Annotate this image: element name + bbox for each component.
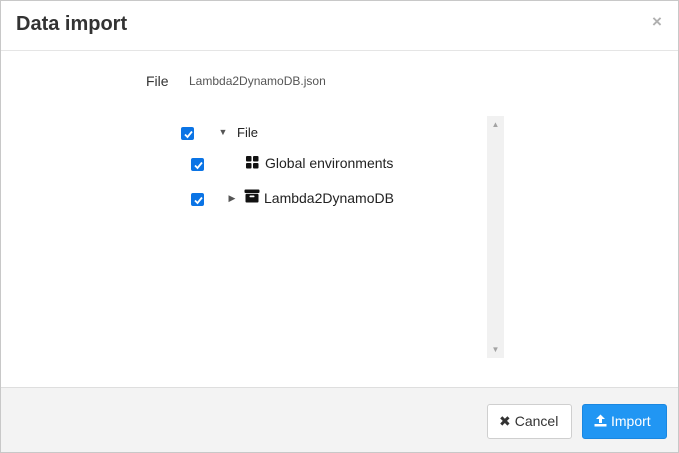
dialog-footer: ✖ Cancel Import — [1, 387, 678, 452]
tree-root-checkbox[interactable] — [181, 127, 194, 140]
tree-scrollbar[interactable]: ▲ ▼ — [487, 116, 504, 358]
scroll-down-arrow-icon[interactable]: ▼ — [487, 341, 504, 358]
grid-icon — [246, 156, 259, 174]
import-button-label: Import — [611, 413, 651, 429]
scroll-up-arrow-icon[interactable]: ▲ — [487, 116, 504, 133]
times-icon: ✖ — [499, 413, 511, 429]
file-label: File — [146, 73, 169, 89]
caret-right-icon[interactable]: ▶ — [227, 193, 237, 203]
close-icon[interactable]: × — [650, 13, 664, 30]
cancel-button[interactable]: ✖ Cancel — [487, 404, 572, 439]
tree-item-lambda2dynamodb-checkbox[interactable] — [191, 193, 204, 206]
import-button[interactable]: Import — [582, 404, 667, 439]
archive-icon — [244, 189, 260, 208]
file-name-value: Lambda2DynamoDB.json — [189, 74, 326, 88]
dialog-title: Data import — [16, 13, 128, 35]
upload-icon — [594, 405, 607, 438]
dialog-header: Data import × — [1, 1, 678, 51]
data-import-dialog: Data import × File Lambda2DynamoDB.json … — [0, 0, 679, 453]
cancel-button-label: Cancel — [514, 413, 559, 429]
tree-item-global-environments-checkbox[interactable] — [191, 158, 204, 171]
tree-item-lambda2dynamodb-label: Lambda2DynamoDB — [264, 190, 394, 206]
tree-root-label: File — [237, 125, 258, 140]
tree-item-global-environments-label: Global environments — [265, 155, 394, 171]
caret-down-icon[interactable]: ▼ — [218, 127, 228, 137]
